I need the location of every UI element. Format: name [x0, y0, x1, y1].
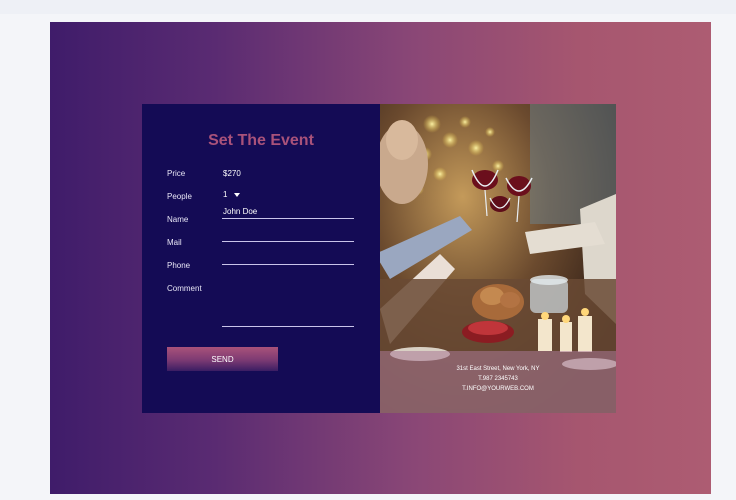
- dinner-toast-photo: 31st East Street, New York, NY T.987 234…: [380, 104, 616, 413]
- gradient-background: Set The Event Price $270 People 1 Name J…: [50, 22, 711, 494]
- comment-field-underline[interactable]: [222, 326, 354, 327]
- phone-field-underline[interactable]: [222, 264, 354, 265]
- contact-address: 31st East Street, New York, NY: [456, 366, 540, 372]
- price-label: Price: [167, 169, 186, 178]
- send-button[interactable]: SEND: [167, 347, 278, 371]
- event-card: Set The Event Price $270 People 1 Name J…: [142, 104, 616, 413]
- phone-label: Phone: [167, 261, 191, 270]
- price-value: $270: [223, 169, 241, 178]
- contact-phone: T.987 2345743: [478, 376, 518, 382]
- name-field-underline[interactable]: [222, 218, 354, 219]
- people-label: People: [167, 192, 192, 201]
- event-form: Set The Event Price $270 People 1 Name J…: [142, 104, 380, 413]
- contact-overlay: 31st East Street, New York, NY T.987 234…: [380, 351, 616, 413]
- browser-top-strip: [0, 0, 736, 14]
- mail-label: Mail: [167, 238, 182, 247]
- name-label: Name: [167, 215, 189, 224]
- mail-field-underline[interactable]: [222, 241, 354, 242]
- chevron-down-icon[interactable]: [234, 193, 240, 197]
- form-title: Set The Event: [208, 132, 314, 149]
- comment-label: Comment: [167, 284, 202, 293]
- contact-email[interactable]: T.INFO@YOURWEB.COM: [380, 386, 616, 392]
- people-select[interactable]: 1: [223, 190, 227, 199]
- name-field[interactable]: John Doe: [223, 207, 257, 216]
